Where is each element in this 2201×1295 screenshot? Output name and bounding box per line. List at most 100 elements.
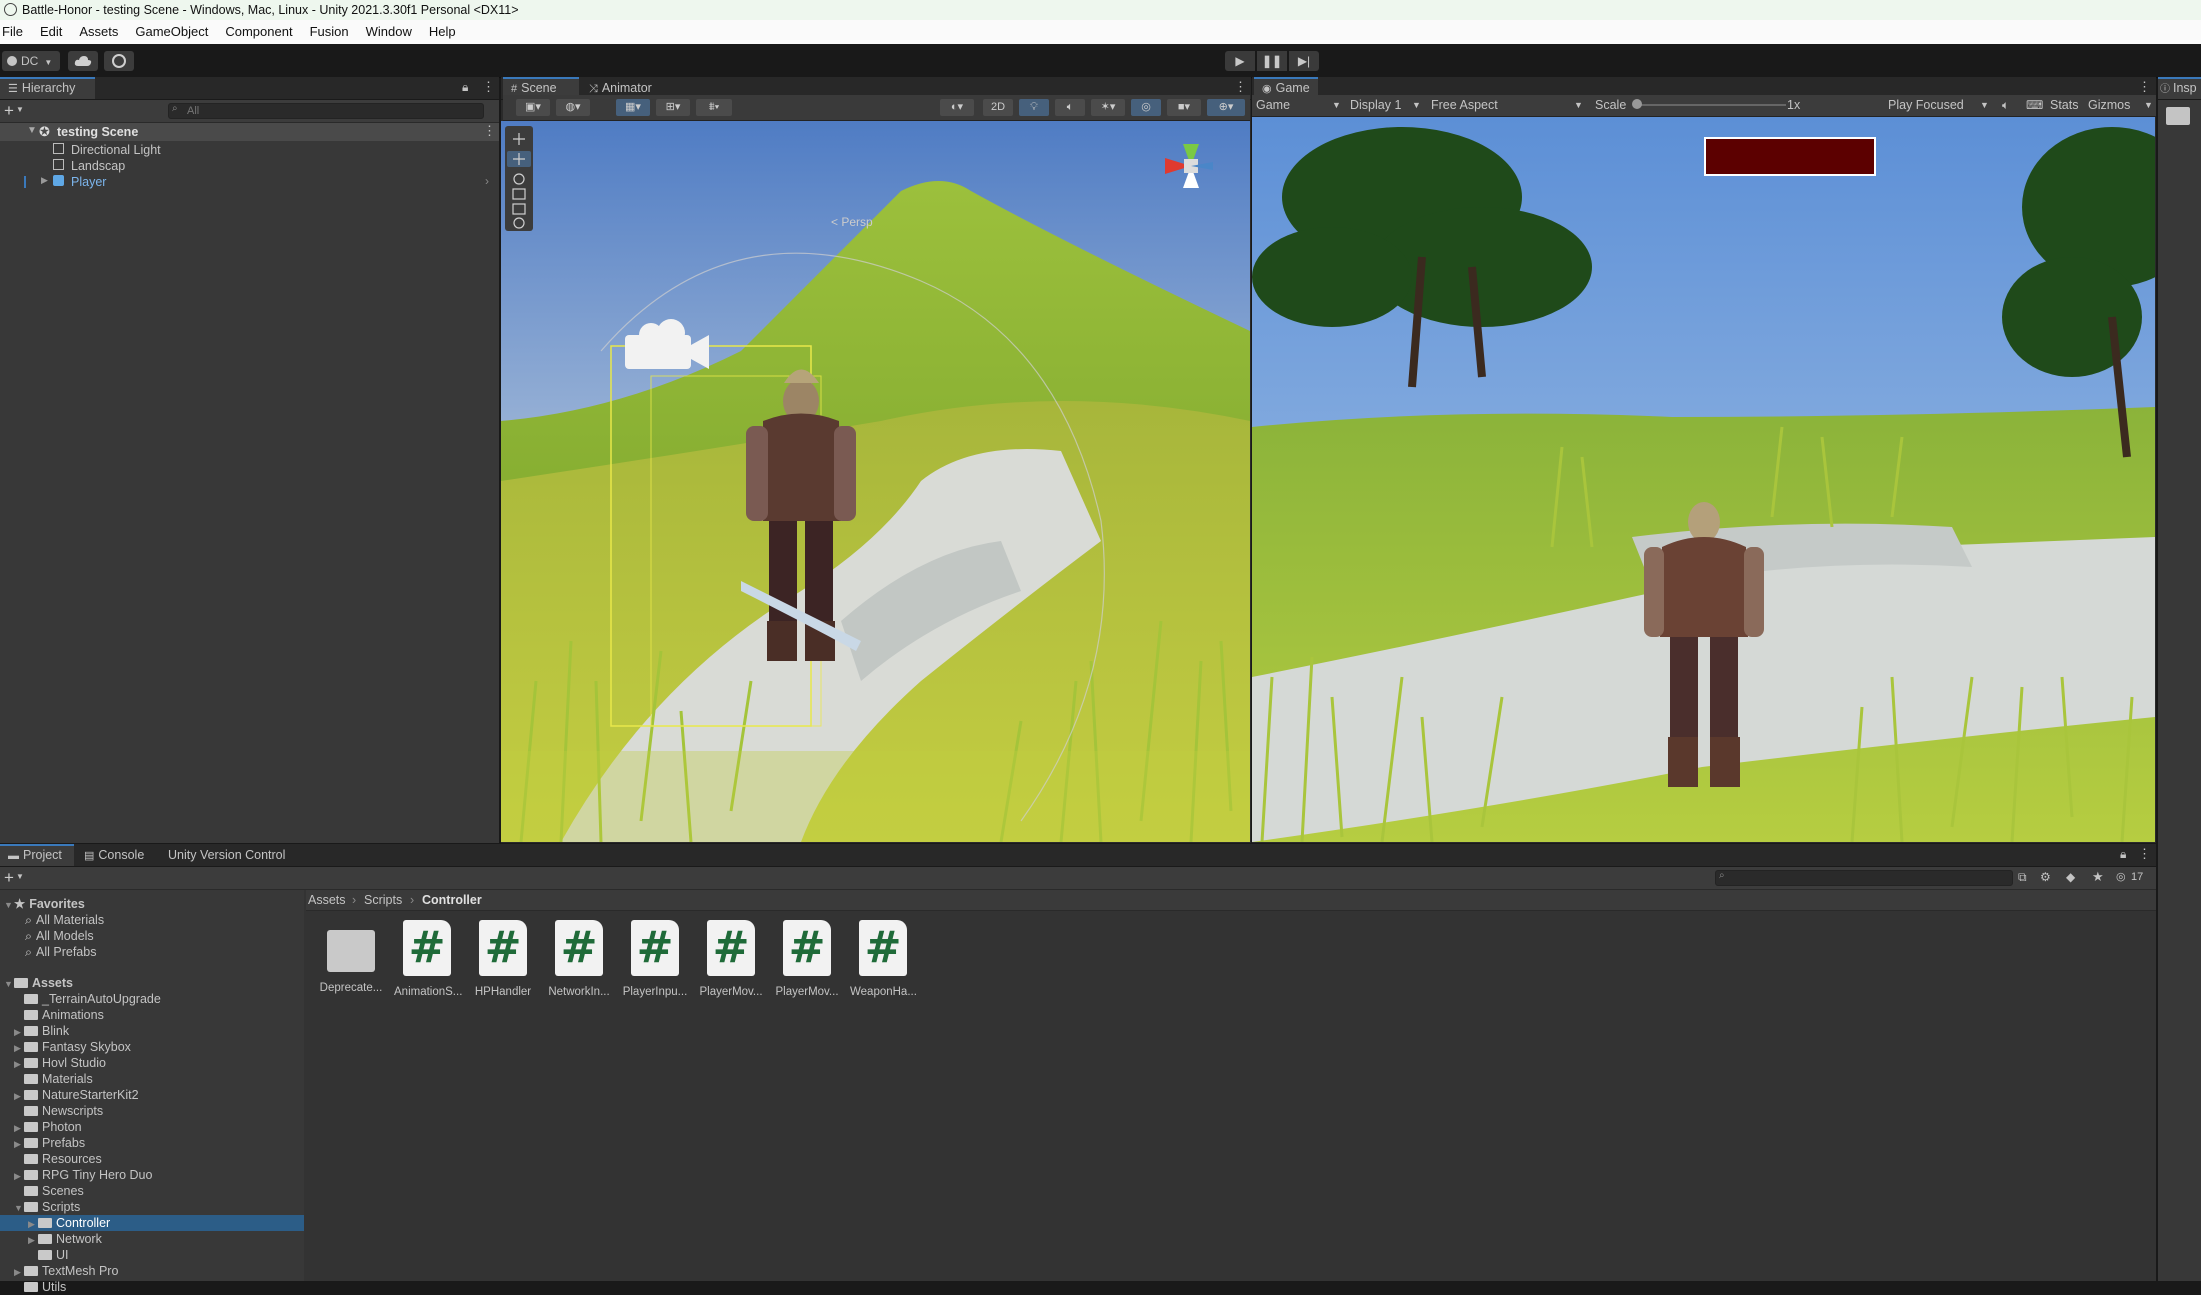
asset-script[interactable]: # WeaponHa... [850, 920, 917, 998]
asset-script[interactable]: # PlayerMov... [698, 920, 764, 998]
tab-project[interactable]: ▬ Project [0, 844, 74, 866]
folder-item[interactable]: UI [28, 1247, 69, 1263]
scene-header-row[interactable]: ▼ ✪ testing Scene ⋮ [0, 123, 499, 141]
menu-gameobject[interactable]: GameObject [135, 20, 208, 44]
folder-item[interactable]: _TerrainAutoUpgrade [14, 991, 161, 1007]
asset-folder[interactable]: Deprecate... [318, 920, 384, 994]
menu-edit[interactable]: Edit [40, 20, 62, 44]
menu-assets[interactable]: Assets [79, 20, 118, 44]
folder-item[interactable]: ▶ RPG Tiny Hero Duo [14, 1167, 152, 1183]
audio-toggle[interactable]: 🔈︎ [1055, 99, 1085, 116]
persp-label[interactable]: < Persp [831, 215, 873, 229]
gizmos-button[interactable]: Gizmos [2088, 95, 2130, 116]
scene-viewport[interactable]: < Persp [501, 121, 1250, 842]
lock-icon[interactable]: 🔒︎ [2120, 847, 2126, 862]
grid-snap-dropdown[interactable]: ▦▾ [616, 99, 650, 116]
menu-help[interactable]: Help [429, 20, 456, 44]
chevron-down-icon[interactable]: ▼ [1332, 95, 1341, 116]
cloud-button[interactable] [68, 51, 98, 71]
chevron-down-icon[interactable]: ▼ [16, 872, 24, 881]
scale-slider-track[interactable] [1636, 104, 1786, 106]
visibility-toggle[interactable]: ◎ [1131, 99, 1161, 116]
folder-item[interactable]: ▶ Photon [14, 1119, 82, 1135]
kebab-menu-icon[interactable]: ⋮ [1234, 79, 1247, 95]
folder-item[interactable]: ▶ Network [28, 1231, 102, 1247]
chevron-down-icon[interactable]: ▼ [27, 125, 37, 136]
play-button[interactable]: ▶ [1225, 51, 1255, 71]
favorite-item[interactable]: ⌕ All Prefabs [25, 944, 96, 960]
tab-hierarchy[interactable]: ☰ Hierarchy [0, 77, 95, 99]
camera-dropdown[interactable]: ■▾ [1167, 99, 1201, 116]
play-focused-dropdown[interactable]: Play Focused [1888, 95, 1964, 116]
draw-mode-dropdown[interactable]: ▣▾ [516, 99, 550, 116]
overlay-dropdown[interactable]: ⩩▾ [696, 99, 732, 116]
asset-script[interactable]: # AnimationS... [394, 920, 462, 998]
breadcrumb-controller[interactable]: Controller [422, 892, 482, 908]
chevron-right-icon[interactable]: ▶ [41, 175, 48, 186]
hidden-packages-icon[interactable]: ◎ [2116, 870, 2126, 883]
aspect-dropdown[interactable]: Free Aspect [1431, 95, 1498, 116]
orientation-dropdown[interactable]: ◍▾ [556, 99, 590, 116]
folder-item[interactable]: ▶ Hovl Studio [14, 1055, 106, 1071]
toggle-2d-button[interactable]: 2D [983, 99, 1013, 116]
label-icon[interactable]: ◆ [2066, 870, 2075, 884]
project-search-input[interactable] [1715, 870, 2013, 886]
gizmos-dropdown[interactable]: ⊕▾ [1207, 99, 1245, 116]
folder-item[interactable]: ▶ Blink [14, 1023, 69, 1039]
menu-component[interactable]: Component [225, 20, 292, 44]
add-icon[interactable]: + [4, 868, 14, 888]
hierarchy-item[interactable]: Landscap [0, 158, 499, 174]
chevron-down-icon[interactable]: ▼ [1412, 95, 1421, 116]
game-mode-dropdown[interactable]: Game [1256, 95, 1290, 116]
speaker-icon[interactable]: 🔈︎ [2002, 95, 2009, 116]
hierarchy-item[interactable]: ▶ Player › [0, 174, 499, 190]
render-mode-dropdown[interactable]: ◐▾ [940, 99, 974, 116]
folder-item[interactable]: ▶ NatureStarterKit2 [14, 1087, 139, 1103]
folder-item[interactable]: Animations [14, 1007, 104, 1023]
kebab-menu-icon[interactable]: ⋮ [2138, 79, 2151, 95]
folder-item[interactable]: Materials [14, 1071, 93, 1087]
display-dropdown[interactable]: Display 1 [1350, 95, 1401, 116]
asset-script[interactable]: # HPHandler [470, 920, 536, 998]
folder-item[interactable]: Newscripts [14, 1103, 103, 1119]
star-icon[interactable]: ★ [2092, 869, 2104, 885]
menu-file[interactable]: File [2, 20, 23, 44]
favorite-item[interactable]: ⌕ All Models [25, 928, 94, 944]
menu-fusion[interactable]: Fusion [310, 20, 349, 44]
tab-console[interactable]: ▤ Console [76, 844, 156, 866]
search-by-type-icon[interactable]: ⧉ [2018, 870, 2027, 885]
game-viewport[interactable] [1252, 117, 2155, 842]
chevron-down-icon[interactable]: ▼ [16, 105, 24, 114]
menu-window[interactable]: Window [366, 20, 412, 44]
asset-script[interactable]: # NetworkIn... [546, 920, 612, 998]
stats-button[interactable]: Stats [2050, 95, 2079, 116]
add-icon[interactable]: + [4, 101, 14, 121]
kebab-menu-icon[interactable]: ⋮ [482, 79, 495, 95]
account-dropdown[interactable]: DC ▼ [2, 51, 60, 71]
breadcrumb-scripts[interactable]: Scripts [364, 892, 402, 908]
lighting-toggle[interactable]: 💡︎ [1019, 99, 1049, 116]
chevron-down-icon[interactable]: ▼ [1980, 95, 1989, 116]
filter-type-icon[interactable]: ⚙ [2040, 870, 2051, 884]
asset-script[interactable]: # PlayerMov... [774, 920, 840, 998]
snap-increment-dropdown[interactable]: ⊞▾ [656, 99, 690, 116]
favorite-item[interactable]: ⌕ All Materials [25, 912, 104, 928]
folder-item[interactable]: Scenes [14, 1183, 84, 1199]
scale-slider-thumb[interactable] [1632, 99, 1642, 109]
breadcrumb-assets[interactable]: Assets [308, 892, 346, 908]
folder-item-selected[interactable]: ▶ Controller [0, 1215, 304, 1231]
collab-button[interactable] [104, 51, 134, 71]
lock-icon[interactable]: 🔒︎ [462, 80, 468, 95]
kebab-menu-icon[interactable]: ⋮ [483, 123, 496, 139]
step-button[interactable]: ▶| [1289, 51, 1319, 71]
folder-item[interactable]: Resources [14, 1151, 102, 1167]
chevron-down-icon[interactable]: ▼ [2144, 95, 2153, 116]
tab-inspector[interactable]: ⓘ Insp [2158, 77, 2201, 99]
hierarchy-search-input[interactable] [168, 103, 484, 119]
chevron-right-icon[interactable]: › [485, 174, 489, 188]
folder-item[interactable]: ▼ Scripts [14, 1199, 80, 1215]
folder-item[interactable]: ▶ Fantasy Skybox [14, 1039, 131, 1055]
keyboard-icon[interactable]: ⌨ [2026, 95, 2043, 116]
hierarchy-item[interactable]: Directional Light [0, 142, 499, 158]
kebab-menu-icon[interactable]: ⋮ [2138, 846, 2151, 862]
